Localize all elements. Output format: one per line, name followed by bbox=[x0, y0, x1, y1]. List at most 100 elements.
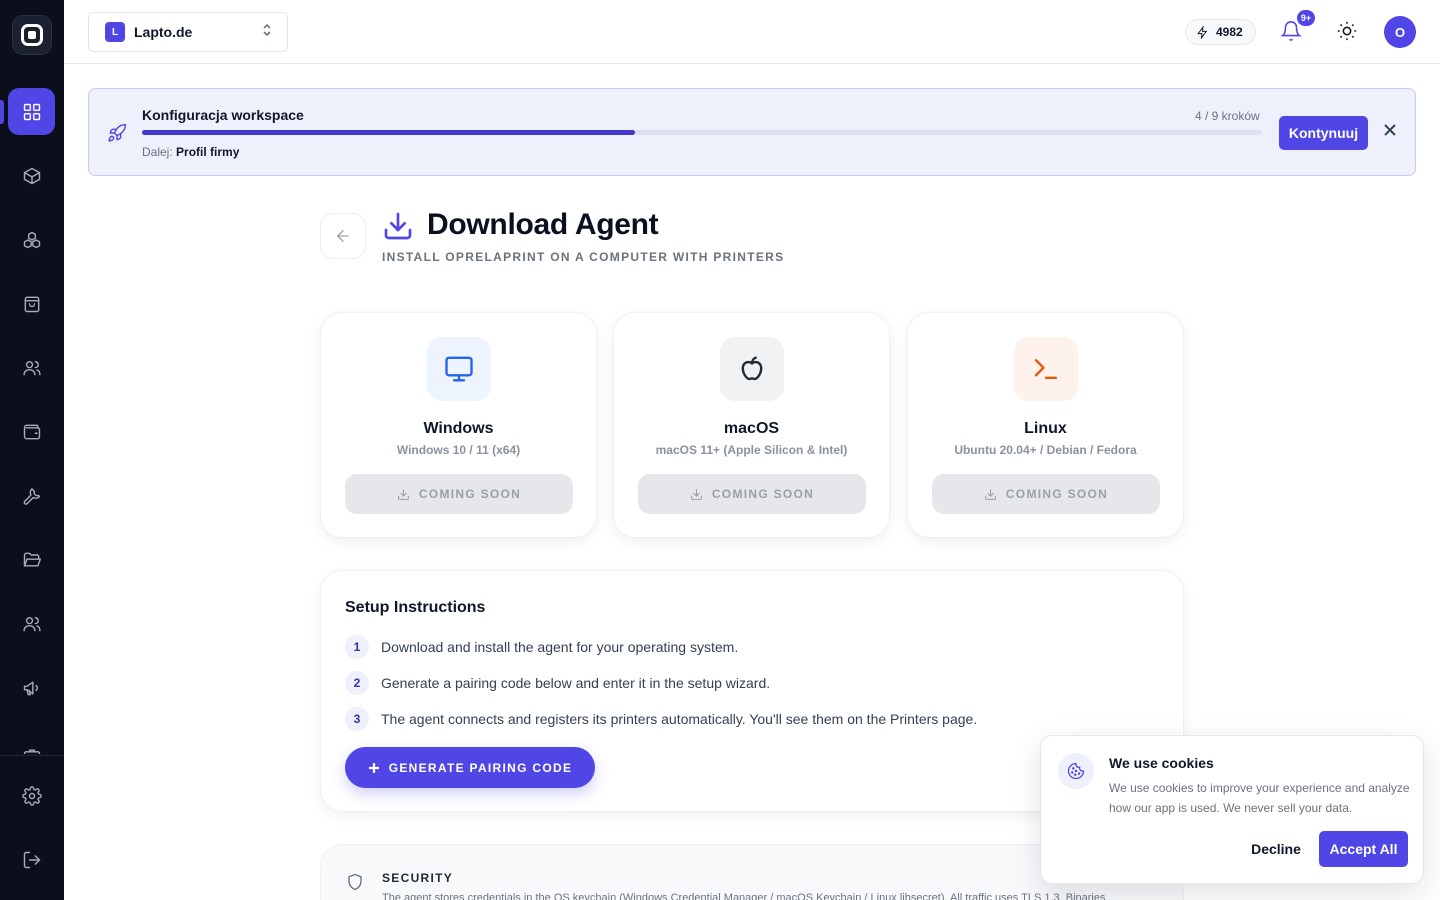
sidebar-item-marketing[interactable] bbox=[8, 664, 55, 711]
cookie-consent-popup: We use cookies We use cookies to improve… bbox=[1040, 735, 1424, 884]
arrow-left-icon bbox=[337, 230, 349, 242]
os-name: Linux bbox=[1024, 420, 1067, 437]
sidebar-item-logout[interactable] bbox=[8, 836, 55, 883]
step-number: 1 bbox=[345, 635, 369, 659]
users-icon bbox=[22, 616, 41, 631]
workspace-badge: L bbox=[105, 22, 125, 42]
sidebar-item-team[interactable] bbox=[8, 600, 55, 647]
sidebar-item-customers[interactable] bbox=[8, 344, 55, 391]
os-icon-container bbox=[1014, 337, 1078, 401]
os-card-windows: Windows Windows 10 / 11 (x64) COMING SOO… bbox=[320, 312, 597, 538]
folder-open-icon bbox=[23, 552, 41, 567]
app-logo[interactable] bbox=[12, 15, 52, 55]
box-icon bbox=[23, 167, 40, 184]
progress-fill bbox=[142, 130, 635, 135]
step-number: 2 bbox=[345, 671, 369, 695]
sun-icon bbox=[1337, 21, 1357, 41]
sidebar-divider bbox=[0, 755, 64, 756]
sidebar-item-tools[interactable] bbox=[8, 472, 55, 519]
shopping-bag-icon bbox=[24, 296, 39, 312]
active-indicator bbox=[0, 100, 4, 124]
cubes-icon bbox=[23, 231, 40, 248]
continue-button[interactable]: Kontynuuj bbox=[1279, 116, 1368, 150]
sidebar-item-partial[interactable] bbox=[8, 728, 55, 754]
banner-step-count: 4 / 9 kroków bbox=[1195, 109, 1260, 123]
os-card-linux: Linux Ubuntu 20.04+ / Debian / Fedora CO… bbox=[907, 312, 1184, 538]
sidebar bbox=[0, 0, 64, 900]
setup-title: Setup Instructions bbox=[345, 599, 486, 616]
sidebar-item-files[interactable] bbox=[8, 536, 55, 583]
wrench-icon bbox=[23, 487, 40, 505]
download-macos-button: COMING SOON bbox=[638, 474, 866, 514]
sidebar-item-dashboard[interactable] bbox=[8, 88, 55, 135]
wallet-icon bbox=[23, 424, 40, 439]
workspace-selector[interactable]: L Lapto.de bbox=[88, 12, 288, 52]
gear-icon bbox=[21, 785, 42, 806]
step-text: Download and install the agent for your … bbox=[381, 639, 739, 655]
button-label: COMING SOON bbox=[418, 487, 522, 501]
download-icon bbox=[397, 488, 409, 500]
monitor-icon bbox=[445, 356, 473, 382]
chevron-up-down-icon bbox=[261, 23, 273, 42]
progress-bar bbox=[142, 130, 1262, 135]
page-subtitle: INSTALL OPRELAPRINT ON A COMPUTER WITH P… bbox=[382, 250, 785, 264]
button-label: COMING SOON bbox=[711, 487, 815, 501]
workspace-name: Lapto.de bbox=[134, 24, 193, 40]
logout-icon bbox=[23, 851, 40, 868]
sidebar-item-settings[interactable] bbox=[8, 772, 55, 819]
grid-icon bbox=[23, 103, 40, 120]
os-icon-container bbox=[720, 337, 784, 401]
notifications-button[interactable]: 9+ bbox=[1280, 10, 1315, 44]
user-avatar[interactable]: O bbox=[1384, 16, 1416, 48]
back-button[interactable] bbox=[320, 213, 366, 259]
step-text: The agent connects and registers its pri… bbox=[381, 711, 978, 727]
os-card-macos: macOS macOS 11+ (Apple Silicon & Intel) … bbox=[613, 312, 890, 538]
close-icon bbox=[1384, 124, 1396, 136]
button-label: COMING SOON bbox=[1005, 487, 1109, 501]
plus-icon bbox=[368, 762, 379, 773]
generate-pairing-code-button[interactable]: GENERATE PAIRING CODE bbox=[345, 747, 595, 788]
os-requirements: Windows 10 / 11 (x64) bbox=[396, 443, 521, 457]
page-title: Download Agent bbox=[427, 208, 659, 241]
setup-step: 1 Download and install the agent for you… bbox=[345, 635, 738, 659]
accept-all-cookies-button[interactable]: Accept All bbox=[1319, 831, 1408, 867]
cookie-title: We use cookies bbox=[1109, 755, 1214, 771]
security-text: The agent stores credentials in the OS k… bbox=[382, 892, 1106, 900]
shield-icon bbox=[346, 873, 364, 891]
close-banner-button[interactable] bbox=[1383, 123, 1399, 139]
next-value: Profil firmy bbox=[176, 145, 240, 159]
top-bar: L Lapto.de 4982 9+ O bbox=[64, 0, 1440, 64]
sidebar-item-integrations[interactable] bbox=[8, 216, 55, 263]
decline-cookies-button[interactable]: Decline bbox=[1246, 831, 1306, 867]
banner-title: Konfiguracja workspace bbox=[142, 107, 304, 123]
terminal-icon bbox=[1034, 359, 1058, 379]
os-icon-container bbox=[427, 337, 491, 401]
button-label: GENERATE PAIRING CODE bbox=[388, 760, 573, 775]
banner-next-step: Dalej: Profil firmy bbox=[142, 145, 239, 159]
step-number: 3 bbox=[345, 707, 369, 731]
download-icon bbox=[984, 488, 996, 500]
megaphone-icon bbox=[23, 680, 38, 695]
security-title: SECURITY bbox=[382, 871, 454, 885]
rocket-icon bbox=[107, 123, 127, 143]
cookie-icon bbox=[1058, 753, 1094, 789]
credits-count: 4982 bbox=[1216, 25, 1243, 39]
sidebar-item-wallet[interactable] bbox=[8, 408, 55, 455]
download-windows-button: COMING SOON bbox=[345, 474, 573, 514]
next-label: Dalej: bbox=[142, 145, 173, 159]
os-name: macOS bbox=[723, 420, 780, 437]
download-linux-button: COMING SOON bbox=[932, 474, 1160, 514]
theme-toggle-button[interactable] bbox=[1336, 20, 1360, 44]
sidebar-item-orders[interactable] bbox=[8, 280, 55, 327]
os-requirements: macOS 11+ (Apple Silicon & Intel) bbox=[655, 443, 848, 457]
download-icon bbox=[382, 210, 414, 242]
os-requirements: Ubuntu 20.04+ / Debian / Fedora bbox=[954, 443, 1137, 457]
credits-badge[interactable]: 4982 bbox=[1185, 19, 1256, 45]
lightning-icon bbox=[1197, 25, 1208, 39]
setup-step: 3 The agent connects and registers its p… bbox=[345, 707, 977, 731]
users-icon bbox=[22, 360, 41, 375]
step-text: Generate a pairing code below and enter … bbox=[381, 675, 771, 691]
cookie-text: We use cookies to improve your experienc… bbox=[1109, 781, 1410, 815]
sidebar-item-products[interactable] bbox=[8, 152, 55, 199]
download-icon bbox=[690, 488, 702, 500]
